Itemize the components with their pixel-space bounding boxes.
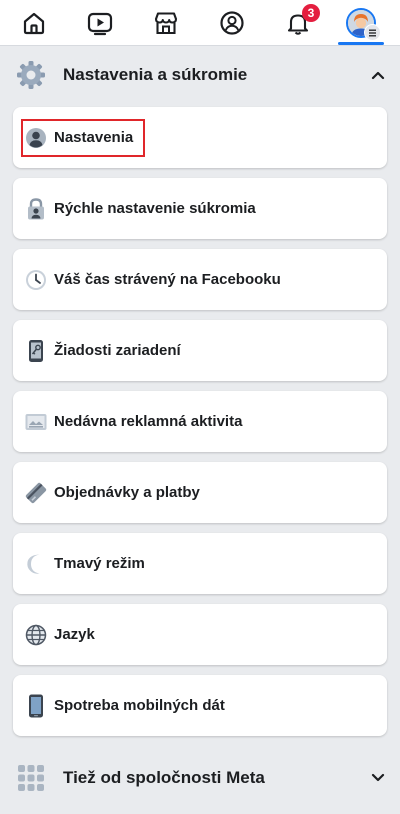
settings-privacy-section-header[interactable]: Nastavenia a súkromie bbox=[0, 47, 400, 103]
menu-item-settings[interactable]: Nastavenia bbox=[13, 107, 387, 168]
menu-item-label: Spotreba mobilných dát bbox=[54, 697, 225, 714]
nav-menu[interactable] bbox=[328, 0, 394, 46]
clock-icon bbox=[24, 268, 48, 292]
menu-item-label: Váš čas strávený na Facebooku bbox=[54, 271, 281, 288]
moon-icon bbox=[24, 552, 48, 576]
profile-circle-icon bbox=[219, 10, 245, 36]
menu-item-privacy-shortcuts[interactable]: Rýchle nastavenie súkromia bbox=[13, 178, 387, 239]
section-title: Tiež od spoločnosti Meta bbox=[63, 768, 265, 787]
menu-item-label: Nedávna reklamná aktivita bbox=[54, 413, 243, 430]
also-from-meta-section-header[interactable]: Tiež od spoločnosti Meta bbox=[0, 750, 400, 806]
nav-marketplace[interactable] bbox=[133, 0, 199, 46]
apps-grid-icon bbox=[14, 761, 48, 795]
menu-item-label: Rýchle nastavenie súkromia bbox=[54, 200, 256, 217]
phone-key-icon bbox=[24, 339, 48, 363]
menu-item-dark-mode[interactable]: Tmavý režim bbox=[13, 533, 387, 594]
menu-lines-icon bbox=[364, 24, 381, 41]
top-navigation-bar: 3 bbox=[0, 0, 400, 46]
menu-item-device-requests[interactable]: Žiadosti zariadení bbox=[13, 320, 387, 381]
menu-item-orders-payments[interactable]: Objednávky a platby bbox=[13, 462, 387, 523]
mobile-phone-icon bbox=[24, 694, 48, 718]
credit-card-icon bbox=[24, 481, 48, 505]
globe-icon bbox=[24, 623, 48, 647]
notification-badge: 3 bbox=[302, 4, 320, 22]
menu-item-label: Objednávky a platby bbox=[54, 484, 200, 501]
chevron-up-icon[interactable] bbox=[370, 67, 386, 83]
user-circle-icon bbox=[24, 126, 48, 150]
ad-screen-icon bbox=[24, 410, 48, 434]
storefront-icon bbox=[152, 10, 180, 36]
menu-item-label: Tmavý režim bbox=[54, 555, 145, 572]
menu-item-recent-ad-activity[interactable]: Nedávna reklamná aktivita bbox=[13, 391, 387, 452]
active-tab-indicator bbox=[338, 42, 384, 45]
menu-item-label: Jazyk bbox=[54, 626, 95, 643]
home-icon bbox=[21, 10, 47, 36]
gear-icon bbox=[14, 58, 48, 92]
nav-home[interactable] bbox=[1, 0, 67, 46]
menu-item-your-time[interactable]: Váš čas strávený na Facebooku bbox=[13, 249, 387, 310]
menu-item-label: Nastavenia bbox=[54, 129, 134, 146]
nav-notifications[interactable]: 3 bbox=[265, 0, 331, 46]
menu-item-label: Žiadosti zariadení bbox=[54, 342, 181, 359]
nav-watch[interactable] bbox=[67, 0, 133, 46]
section-title: Nastavenia a súkromie bbox=[63, 65, 248, 84]
chevron-down-icon[interactable] bbox=[370, 770, 386, 786]
menu-item-mobile-data[interactable]: Spotreba mobilných dát bbox=[13, 675, 387, 736]
lock-user-icon bbox=[24, 197, 48, 221]
nav-profile[interactable] bbox=[199, 0, 265, 46]
video-play-icon bbox=[86, 10, 114, 36]
menu-item-language[interactable]: Jazyk bbox=[13, 604, 387, 665]
